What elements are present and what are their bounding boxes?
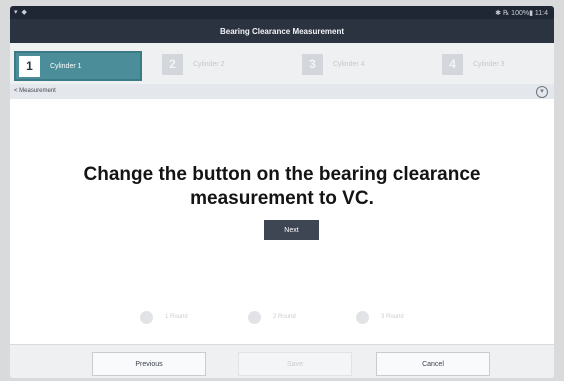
cancel-button[interactable]: Cancel — [376, 352, 490, 376]
step-number: 3 — [302, 53, 323, 75]
round-3[interactable]: 3 Round — [356, 307, 404, 327]
step-number: 1 — [19, 55, 40, 77]
radio-circle-icon — [248, 310, 261, 324]
previous-button[interactable]: Previous — [92, 352, 206, 376]
step-label: Cylinder 3 — [473, 60, 505, 68]
instruction-message: Change the button on the bearing clearan… — [83, 164, 481, 209]
round-label: 3 Round — [381, 314, 404, 320]
step-cylinder-1[interactable]: 1 Cylinder 1 — [14, 51, 142, 81]
measurement-section-header[interactable]: < Measurement ▾ — [10, 84, 554, 99]
status-icons-left: ▾ ◆ — [14, 9, 28, 16]
page-title: Bearing Clearance Measurement — [10, 19, 554, 43]
round-label: 1 Round — [165, 314, 188, 320]
footer-bar: Previous Save Cancel — [10, 344, 554, 378]
round-label: 2 Round — [273, 314, 296, 320]
round-indicators: 1 Round 2 Round 3 Round — [10, 307, 554, 327]
round-2[interactable]: 2 Round — [248, 307, 296, 327]
status-bar: ▾ ◆ ✱ ℞ 100%▮ 11:4 — [10, 6, 554, 19]
step-label: Cylinder 2 — [193, 60, 225, 68]
step-cylinder-2[interactable]: 2 Cylinder 2 — [162, 51, 225, 77]
next-button[interactable]: Next — [264, 220, 319, 240]
step-label: Cylinder 4 — [333, 60, 365, 68]
step-cylinder-3[interactable]: 3 Cylinder 4 — [302, 51, 365, 77]
chevron-down-icon[interactable]: ▾ — [536, 86, 548, 98]
app-screen: ▾ ◆ ✱ ℞ 100%▮ 11:4 Bearing Clearance Mea… — [10, 6, 554, 378]
step-label: Cylinder 1 — [50, 62, 82, 70]
radio-circle-icon — [140, 310, 153, 324]
round-1[interactable]: 1 Round — [140, 307, 188, 327]
step-number: 2 — [162, 53, 183, 75]
step-cylinder-4[interactable]: 4 Cylinder 3 — [442, 51, 505, 77]
step-number: 4 — [442, 53, 463, 75]
status-icons-right: ✱ ℞ 100%▮ 11:4 — [495, 10, 548, 17]
cylinder-step-bar: 1 Cylinder 1 2 Cylinder 2 3 Cylinder 4 4… — [10, 43, 554, 85]
save-button[interactable]: Save — [238, 352, 352, 376]
section-title: < Measurement — [14, 88, 56, 94]
radio-circle-icon — [356, 310, 369, 324]
